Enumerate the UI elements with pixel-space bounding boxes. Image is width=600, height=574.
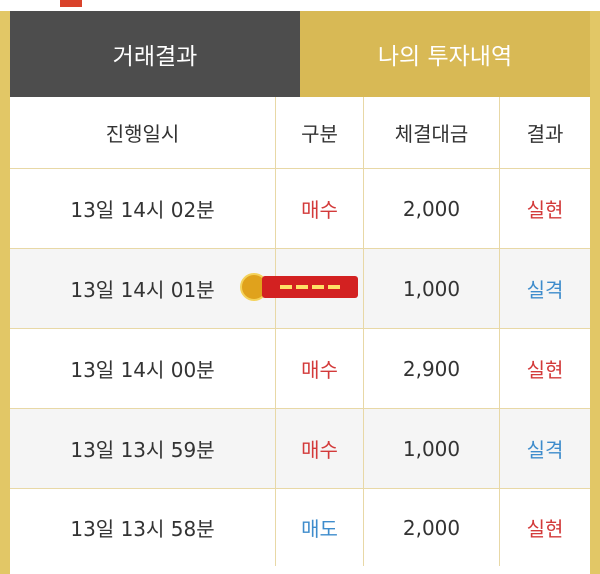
- site-logo-icon: [240, 272, 360, 302]
- header-amount: 체결대금: [364, 97, 500, 168]
- top-accent-mark: [60, 0, 82, 7]
- tab-bar: 거래결과 나의 투자내역: [10, 11, 590, 97]
- results-table: 진행일시 구분 체결대금 결과 13일 14시 02분 매수 2,000 실현 …: [10, 97, 590, 574]
- logo-banner-icon: [262, 276, 358, 298]
- header-result: 결과: [526, 122, 564, 146]
- table-row: 13일 14시 02분 매수 2,000 실현: [10, 169, 590, 249]
- tab-my-investments[interactable]: 나의 투자내역: [300, 11, 590, 97]
- table-row: 13일 14시 00분 매수 2,900 실현: [10, 329, 590, 409]
- table-row: 13일 13시 59분 매수 1,000 실격: [10, 409, 590, 489]
- row-result: 실현: [526, 358, 564, 382]
- row-amount: 2,000: [364, 169, 500, 248]
- row-amount: 1,000: [364, 409, 500, 488]
- row-result: 실현: [526, 517, 564, 541]
- row-time: 13일 14시 00분: [10, 329, 276, 408]
- row-type: 매수: [276, 409, 364, 488]
- row-amount: 2,000: [364, 489, 500, 566]
- table-header: 진행일시 구분 체결대금 결과: [10, 97, 590, 169]
- header-type: 구분: [276, 97, 364, 168]
- header-time: 진행일시: [10, 97, 276, 168]
- row-time: 13일 14시 01분: [10, 249, 276, 328]
- row-amount: 2,900: [364, 329, 500, 408]
- row-amount: 1,000: [364, 249, 500, 328]
- row-time: 13일 13시 58분: [10, 489, 276, 566]
- row-result: 실격: [526, 278, 564, 302]
- row-result: 실현: [526, 198, 564, 222]
- tab-trade-results[interactable]: 거래결과: [10, 11, 300, 97]
- row-type: 매도: [276, 489, 364, 566]
- top-strip: [0, 0, 600, 11]
- row-type: 매수: [276, 169, 364, 248]
- table-row: 13일 13시 58분 매도 2,000 실현: [10, 489, 590, 566]
- row-time: 13일 14시 02분: [10, 169, 276, 248]
- row-time: 13일 13시 59분: [10, 409, 276, 488]
- row-type: 매수: [276, 329, 364, 408]
- row-result: 실격: [526, 438, 564, 462]
